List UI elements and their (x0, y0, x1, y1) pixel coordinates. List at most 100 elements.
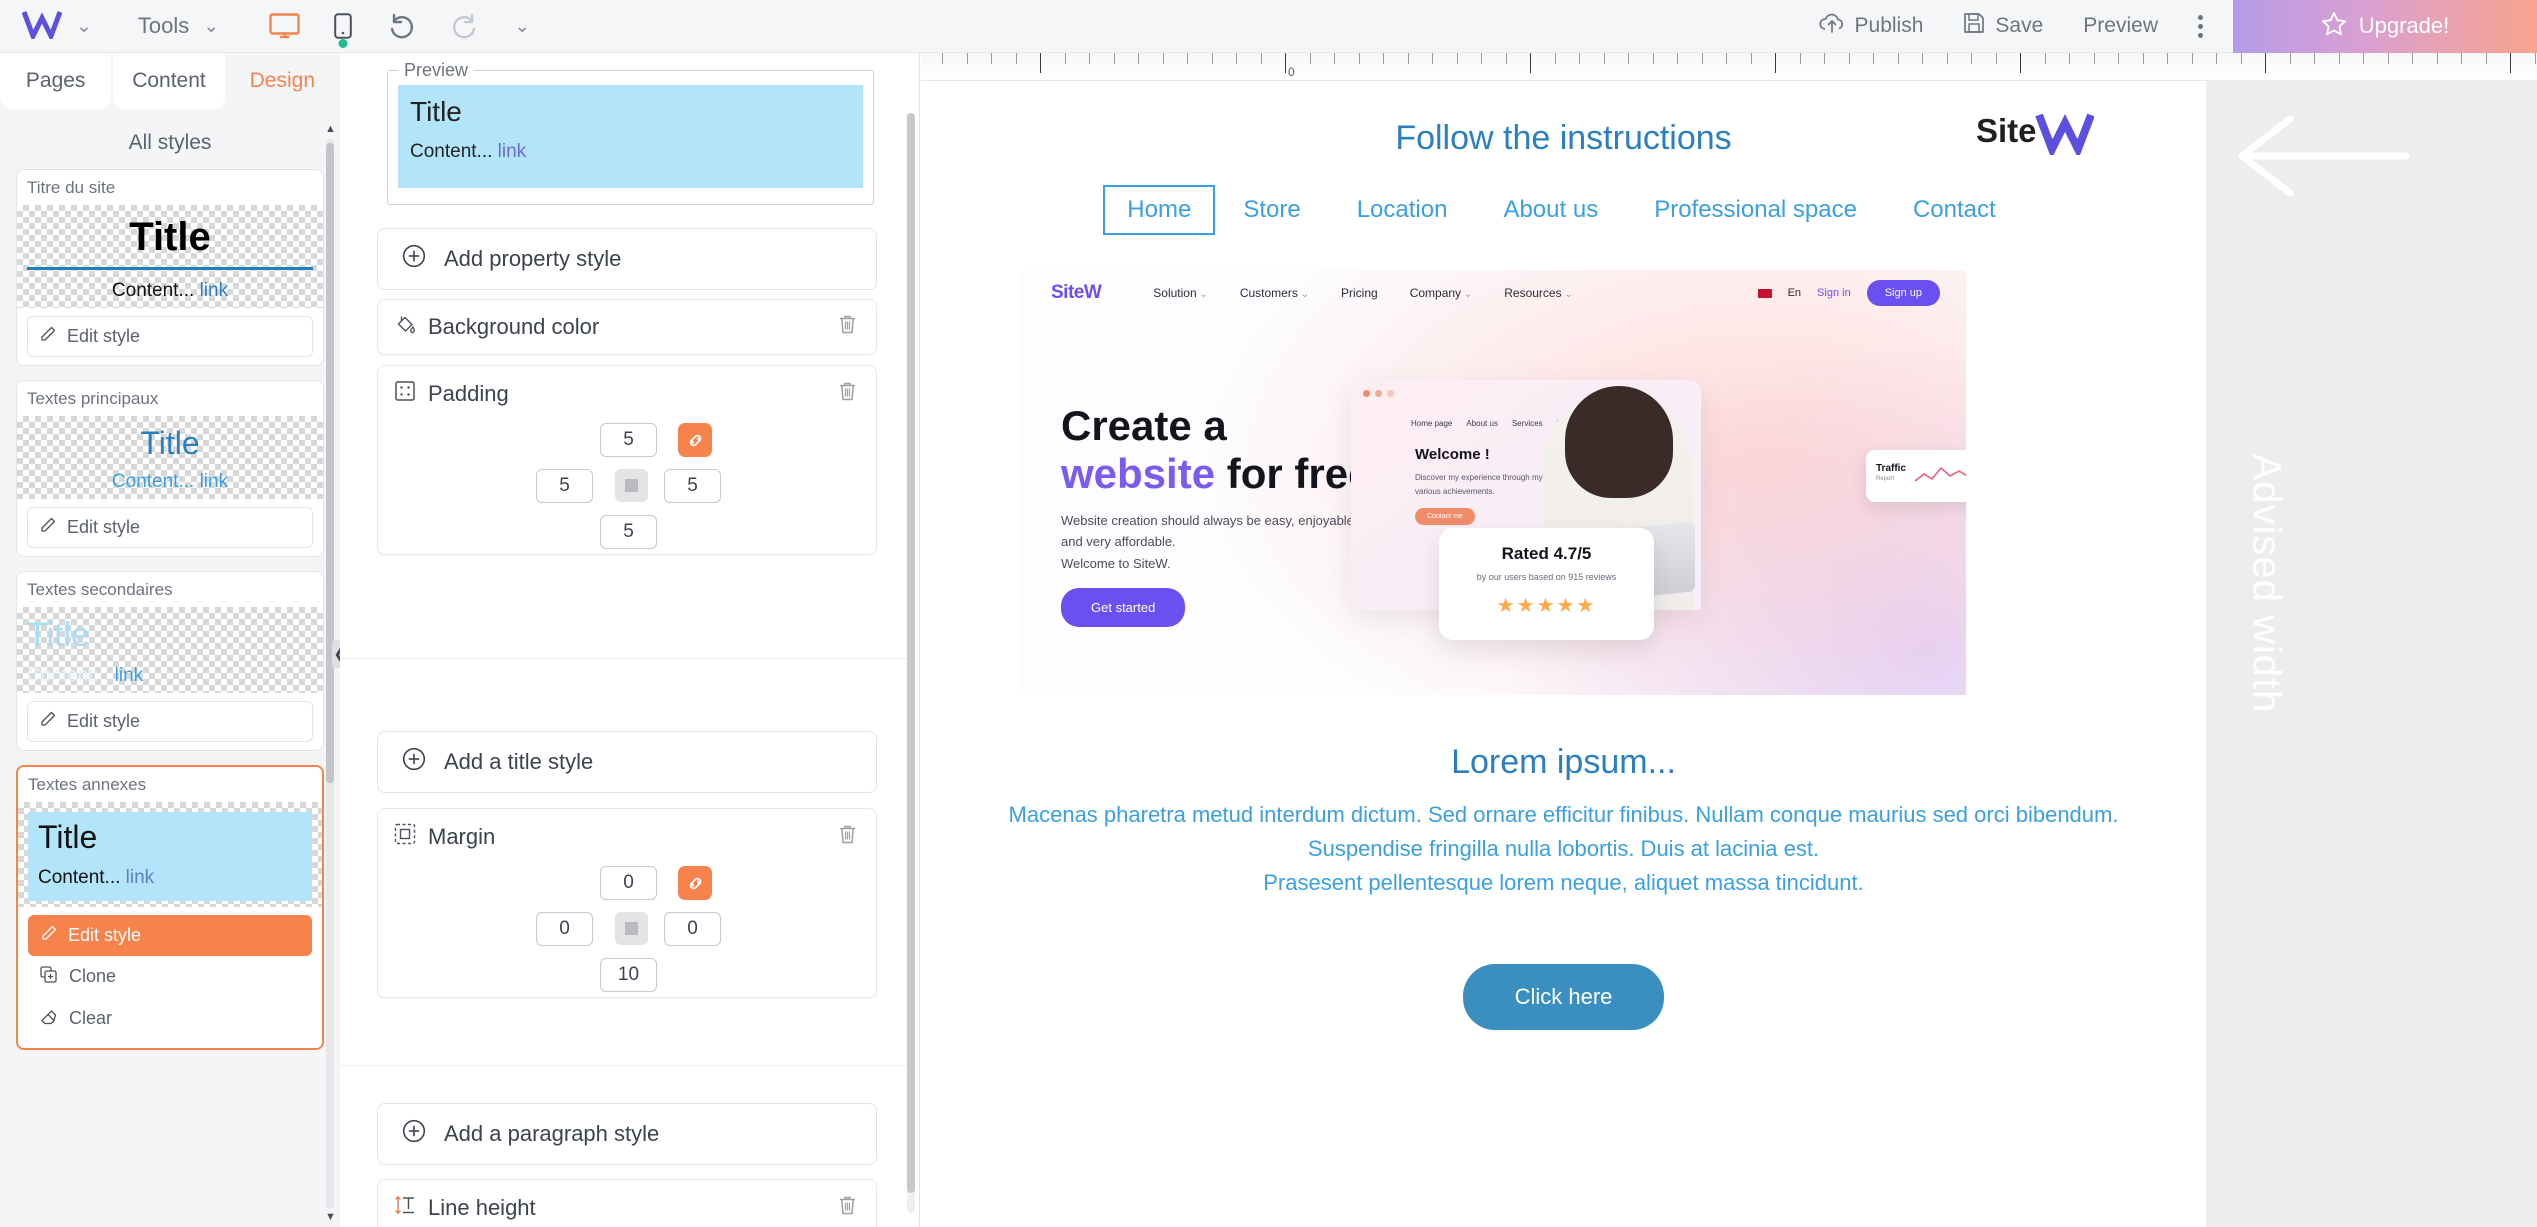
site-nav-item-professional-space[interactable]: Professional space (1626, 186, 1885, 234)
property-background-color[interactable]: Background color (377, 299, 877, 355)
embedded-signup-button[interactable]: Sign up (1866, 280, 1940, 306)
clear-style-button[interactable]: Clear (28, 998, 312, 1040)
embedded-nav-resources[interactable]: Resources (1504, 286, 1573, 300)
clone-style-button[interactable]: Clone (28, 956, 312, 998)
margin-link-toggle[interactable] (678, 866, 712, 900)
site-nav-item-contact[interactable]: Contact (1885, 186, 2024, 234)
padding-right-input[interactable] (664, 469, 721, 503)
style-card-titre-du-site[interactable]: Titre du site Title Content... link Edit… (16, 169, 324, 366)
tools-menu[interactable]: Tools ⌄ (138, 13, 219, 39)
site-nav-label: Location (1356, 196, 1448, 223)
embedded-lang-label[interactable]: En (1788, 287, 1801, 299)
embedded-nav-company[interactable]: Company (1410, 286, 1473, 300)
scroll-down-arrow-icon[interactable]: ▼ (325, 1211, 336, 1223)
ruler-minor-tick (1971, 53, 1972, 64)
trash-icon[interactable] (837, 380, 858, 407)
embedded-signin-link[interactable]: Sign in (1817, 287, 1851, 299)
style-preview-link[interactable]: link (200, 471, 229, 492)
upgrade-label: Upgrade! (2358, 13, 2450, 38)
style-card-textes-secondaires[interactable]: Textes secondaires Title Content... link… (16, 571, 324, 751)
site-canvas: 0 Follow the instructions Site Home Stor… (921, 53, 2537, 1227)
advised-width-label: Advised width (2244, 453, 2289, 714)
padding-top-input[interactable] (600, 423, 657, 457)
add-title-style-button[interactable]: Add a title style (377, 731, 877, 793)
trash-icon[interactable] (837, 823, 858, 850)
embedded-nav-solution[interactable]: Solution (1153, 286, 1208, 300)
upgrade-button[interactable]: Upgrade! (2233, 0, 2537, 53)
add-paragraph-style-button[interactable]: Add a paragraph style (377, 1103, 877, 1165)
site-nav-item-location[interactable]: Location (1329, 186, 1476, 234)
horizontal-ruler[interactable]: 0 (921, 53, 2537, 81)
embedded-subtext: Website creation should always be easy, … (1061, 510, 1354, 574)
embedded-nav-customers[interactable]: Customers (1240, 286, 1309, 300)
style-preview-link[interactable]: link (115, 665, 144, 686)
ruler-minor-tick (1383, 53, 1384, 64)
scrollbar-thumb[interactable] (326, 143, 334, 783)
scroll-up-arrow-icon[interactable]: ▲ (325, 123, 336, 135)
site-nav-item-store[interactable]: Store (1215, 186, 1328, 234)
tab-design[interactable]: Design (226, 53, 338, 109)
tab-pages[interactable]: Pages (0, 53, 112, 109)
padding-left-input[interactable] (536, 469, 593, 503)
edit-style-button[interactable]: Edit style (27, 507, 313, 549)
save-button[interactable]: Save (1963, 12, 2043, 40)
margin-right-input[interactable] (664, 912, 721, 946)
edit-style-label: Edit style (68, 924, 142, 945)
ruler-minor-tick (2412, 53, 2413, 64)
publish-button[interactable]: Publish (1818, 12, 1923, 40)
style-preview-link[interactable]: link (200, 280, 229, 301)
margin-top-input[interactable] (600, 866, 657, 900)
edit-style-button[interactable]: Edit style (28, 914, 312, 956)
desktop-monitor-icon[interactable] (269, 13, 300, 39)
site-nav-item-about-us[interactable]: About us (1475, 186, 1626, 234)
style-card-name: Textes annexes (18, 766, 322, 802)
editor-scrollbar-thumb[interactable] (907, 113, 915, 1193)
ruler-minor-tick (1309, 53, 1311, 64)
click-here-button[interactable]: Click here (1462, 964, 1665, 1031)
mobile-phone-icon[interactable] (334, 13, 353, 48)
embedded-sitew-screenshot: SiteW Solution Customers Pricing Company… (1021, 270, 1966, 695)
ruler-minor-tick (1799, 53, 1801, 64)
style-card-textes-annexes[interactable]: Textes annexes Title Content... link Edi… (16, 764, 324, 1050)
embedded-get-started-button[interactable]: Get started (1061, 588, 1186, 627)
style-card-name: Titre du site (17, 170, 323, 205)
embedded-nav-pricing[interactable]: Pricing (1341, 286, 1378, 300)
style-preview-content: Content... link (38, 867, 302, 889)
margin-left-input[interactable] (536, 912, 593, 946)
chevron-down-icon[interactable]: ⌄ (76, 15, 92, 38)
style-preview-link[interactable]: link (126, 867, 155, 888)
edit-style-button[interactable]: Edit style (27, 316, 313, 357)
embedded-traffic-card: Traffic Report (1866, 450, 1966, 502)
padding-bottom-input[interactable] (600, 515, 657, 549)
undo-arrow-icon[interactable] (386, 13, 416, 39)
tools-label: Tools (137, 13, 190, 38)
lorem-paragraph[interactable]: Macenas pharetra metud interdum dictum. … (921, 798, 2206, 900)
trash-icon[interactable] (837, 313, 858, 340)
sidebar-scrollbar[interactable]: ▲ ▼ (325, 123, 336, 1223)
lorem-title[interactable]: Lorem ipsum... (921, 743, 2206, 782)
chevron-down-icon[interactable]: ⌄ (514, 15, 530, 38)
site-nav-item-home[interactable]: Home (1103, 185, 1216, 235)
hero-image[interactable]: SiteW Solution Customers Pricing Company… (1021, 270, 1966, 695)
ruler-minor-tick (1236, 53, 1237, 64)
clone-icon (40, 966, 57, 988)
redo-arrow-icon[interactable] (450, 13, 480, 39)
trash-icon[interactable] (837, 1194, 858, 1221)
brand-logo-button[interactable]: ⌄ (21, 9, 92, 44)
preview-button[interactable]: Preview (2083, 14, 2158, 38)
add-property-style-button[interactable]: Add property style (377, 228, 877, 290)
style-card-name: Textes secondaires (17, 572, 323, 608)
tab-content[interactable]: Content (113, 53, 225, 109)
kebab-menu-icon[interactable] (2198, 14, 2203, 38)
edit-style-button[interactable]: Edit style (27, 700, 313, 742)
rating-title: Rated 4.7/5 (1501, 544, 1592, 563)
preview-link[interactable]: link (498, 141, 527, 162)
property-label: Line height (428, 1194, 536, 1220)
padding-link-toggle[interactable] (678, 423, 712, 457)
style-card-actions: Edit style (17, 499, 323, 557)
ruler-minor-tick (1848, 53, 1850, 64)
margin-bottom-input[interactable] (600, 958, 657, 992)
traffic-title: Traffic (1876, 463, 1907, 474)
preview-title: Title (410, 96, 462, 127)
style-card-textes-principaux[interactable]: Textes principaux Title Content... link … (16, 380, 324, 558)
